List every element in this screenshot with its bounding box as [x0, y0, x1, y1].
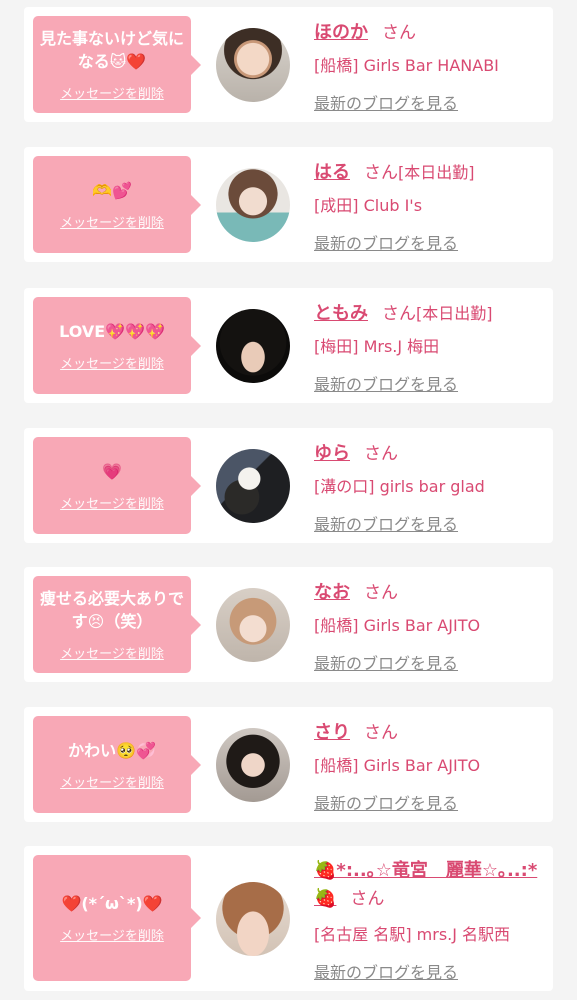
- message-text: 見た事ないけど気になる🐱❤️: [39, 29, 184, 71]
- list-item: LOVE💖💖💖 メッセージを削除 ともみ さん[本日出勤] [梅田] Mrs.J …: [24, 288, 553, 403]
- honorific: さん: [382, 304, 416, 324]
- cast-name-link[interactable]: さり: [314, 722, 350, 743]
- cast-name-link[interactable]: 🍓*:..｡☆竜宮 麗華☆｡..:*🍓: [314, 860, 537, 909]
- status-tag: [本日出勤]: [398, 163, 475, 182]
- avatar[interactable]: [216, 28, 290, 102]
- delete-message-link[interactable]: メッセージを削除: [60, 83, 164, 102]
- list-item: 🫶💕 メッセージを削除 はる さん[本日出勤] [成田] Club I's 最新の…: [24, 147, 553, 262]
- cast-name-link[interactable]: はる: [314, 162, 350, 183]
- shop-name: [名古屋 名駅] mrs.J 名駅西: [314, 925, 511, 944]
- latest-blog-link[interactable]: 最新のブログを見る: [314, 790, 543, 814]
- message-bubble: LOVE💖💖💖 メッセージを削除: [33, 297, 201, 394]
- delete-message-link[interactable]: メッセージを削除: [60, 925, 164, 944]
- message-text: 🫶💕: [92, 180, 132, 200]
- honorific: さん: [364, 583, 398, 603]
- shop-name: [船橋] Girls Bar HANABI: [314, 56, 499, 75]
- message-text: 💗: [102, 461, 122, 481]
- avatar[interactable]: [216, 728, 290, 802]
- message-bubble: 🫶💕 メッセージを削除: [33, 156, 201, 253]
- latest-blog-link[interactable]: 最新のブログを見る: [314, 90, 543, 114]
- avatar[interactable]: [216, 168, 290, 242]
- shop-name: [成田] Club I's: [314, 196, 423, 215]
- shop-name: [溝の口] girls bar glad: [314, 477, 485, 496]
- shop-name: [梅田] Mrs.J 梅田: [314, 337, 440, 356]
- message-text: 痩せる必要大ありです😣（笑）: [39, 589, 184, 631]
- message-bubble: ❤️(*´ω`*)❤️ メッセージを削除: [33, 855, 201, 981]
- delete-message-link[interactable]: メッセージを削除: [60, 493, 164, 512]
- honorific: さん: [350, 889, 385, 909]
- list-item: ❤️(*´ω`*)❤️ メッセージを削除 🍓*:..｡☆竜宮 麗華☆｡..:*🍓…: [24, 846, 553, 991]
- cast-info: さり さん [船橋] Girls Bar AJITO 最新のブログを見る: [314, 718, 543, 814]
- latest-blog-link[interactable]: 最新のブログを見る: [314, 959, 543, 983]
- cast-info: ゆら さん [溝の口] girls bar glad 最新のブログを見る: [314, 439, 543, 535]
- latest-blog-link[interactable]: 最新のブログを見る: [314, 371, 543, 395]
- status-tag: [本日出勤]: [416, 304, 493, 323]
- message-text: LOVE💖💖💖: [59, 321, 165, 341]
- message-text: ❤️(*´ω`*)❤️: [61, 894, 163, 913]
- latest-blog-link[interactable]: 最新のブログを見る: [314, 650, 543, 674]
- avatar[interactable]: [216, 309, 290, 383]
- cast-name-link[interactable]: ともみ: [314, 303, 368, 324]
- list-item: かわい🥺💞 メッセージを削除 さり さん [船橋] Girls Bar AJITO…: [24, 707, 553, 822]
- avatar[interactable]: [216, 449, 290, 523]
- cast-name-link[interactable]: ゆら: [314, 443, 350, 464]
- cast-info: はる さん[本日出勤] [成田] Club I's 最新のブログを見る: [314, 158, 543, 254]
- honorific: さん: [382, 23, 416, 43]
- cast-info: なお さん [船橋] Girls Bar AJITO 最新のブログを見る: [314, 578, 543, 674]
- list-item: 痩せる必要大ありです😣（笑） メッセージを削除 なお さん [船橋] Girls …: [24, 567, 553, 682]
- cast-name-link[interactable]: なお: [314, 582, 350, 603]
- honorific: さん: [364, 444, 398, 464]
- cast-info: ほのか さん [船橋] Girls Bar HANABI 最新のブログを見る: [314, 18, 543, 114]
- avatar[interactable]: [216, 588, 290, 662]
- message-bubble: かわい🥺💞 メッセージを削除: [33, 716, 201, 813]
- message-bubble: 痩せる必要大ありです😣（笑） メッセージを削除: [33, 576, 201, 673]
- shop-name: [船橋] Girls Bar AJITO: [314, 756, 481, 775]
- delete-message-link[interactable]: メッセージを削除: [60, 643, 164, 662]
- delete-message-link[interactable]: メッセージを削除: [60, 772, 164, 791]
- cast-name-link[interactable]: ほのか: [314, 22, 368, 43]
- list-item: 💗 メッセージを削除 ゆら さん [溝の口] girls bar glad 最新の…: [24, 428, 553, 543]
- message-text: かわい🥺💞: [68, 740, 156, 760]
- shop-name: [船橋] Girls Bar AJITO: [314, 616, 481, 635]
- cast-info: 🍓*:..｡☆竜宮 麗華☆｡..:*🍓 さん [名古屋 名駅] mrs.J 名駅西…: [314, 857, 543, 983]
- honorific: さん: [364, 163, 398, 183]
- latest-blog-link[interactable]: 最新のブログを見る: [314, 230, 543, 254]
- honorific: さん: [364, 723, 398, 743]
- message-bubble: 見た事ないけど気になる🐱❤️ メッセージを削除: [33, 16, 201, 113]
- message-list: 見た事ないけど気になる🐱❤️ メッセージを削除 ほのか さん [船橋] Girls…: [0, 0, 577, 1000]
- delete-message-link[interactable]: メッセージを削除: [60, 353, 164, 372]
- message-bubble: 💗 メッセージを削除: [33, 437, 201, 534]
- avatar[interactable]: [216, 882, 290, 956]
- cast-info: ともみ さん[本日出勤] [梅田] Mrs.J 梅田 最新のブログを見る: [314, 299, 543, 395]
- list-item: 見た事ないけど気になる🐱❤️ メッセージを削除 ほのか さん [船橋] Girls…: [24, 7, 553, 122]
- latest-blog-link[interactable]: 最新のブログを見る: [314, 511, 543, 535]
- delete-message-link[interactable]: メッセージを削除: [60, 212, 164, 231]
